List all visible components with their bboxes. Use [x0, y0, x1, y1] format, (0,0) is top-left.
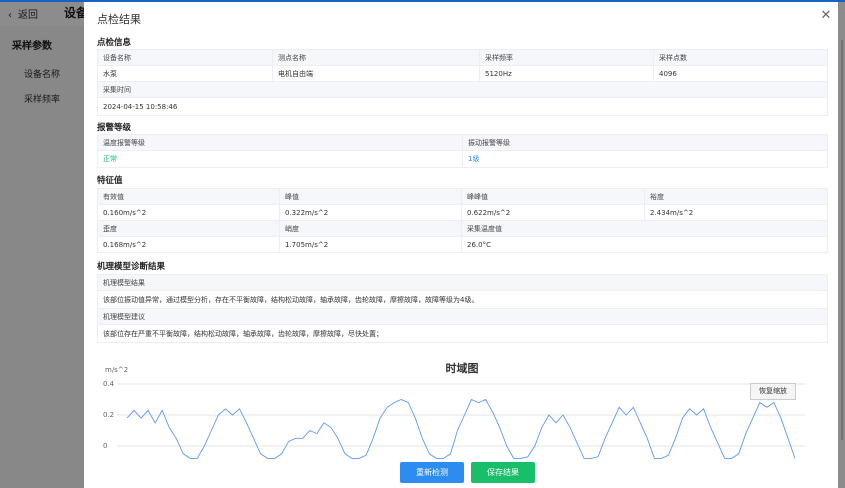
chart-y-tick-label: 0.4: [103, 380, 115, 388]
section-title-inspection: 点检信息: [97, 38, 132, 48]
inspection-table: 设备名称 测点名称 采样频率 采样点数 水泵 电机自由端 5120Hz 4096…: [97, 49, 828, 116]
value-vib-alarm: 1级: [462, 150, 828, 168]
value-temp-alarm: 正常: [97, 150, 463, 168]
value-point-name: 电机自由端: [272, 65, 480, 82]
value-rms: 0.160m/s^2: [97, 204, 280, 221]
header-rms: 有效值: [97, 188, 280, 205]
section-title-alarm: 报警等级: [97, 123, 132, 133]
diagnosis-table: 机理模型结果 该部位振动值异常，通过模型分析，存在不平衡故障，结构松动故障，轴承…: [97, 274, 828, 343]
value-model-advice: 该部位存在严重不平衡故障，结构松动故障，轴承故障，齿轮故障，摩擦故障，尽快处置；: [97, 324, 828, 343]
redetect-button[interactable]: 重新检测: [400, 462, 464, 483]
value-sample-freq: 5120Hz: [479, 65, 654, 82]
header-collect-time: 采集时间: [97, 81, 828, 98]
header-peak: 峰值: [279, 188, 462, 205]
header-peak-to-peak: 峰峰值: [461, 188, 645, 205]
header-sample-freq: 采样频率: [479, 49, 654, 66]
time-domain-chart[interactable]: 时域图 m/s^2 0.4 0.2 0 恢复缩放: [97, 354, 827, 464]
features-table: 有效值 峰值 峰峰值 裕度 0.160m/s^2 0.322m/s^2 0.62…: [97, 188, 828, 253]
header-device-name: 设备名称: [97, 49, 273, 66]
header-model-advice: 机理模型建议: [97, 308, 828, 325]
header-temp-alarm: 温度报警等级: [97, 134, 463, 151]
header-margin: 裕度: [644, 188, 828, 205]
close-icon[interactable]: ✕: [819, 9, 833, 23]
header-vib-alarm: 振动报警等级: [462, 134, 828, 151]
dialog-title: 点检结果: [97, 13, 141, 26]
header-skewness: 歪度: [97, 220, 280, 237]
save-result-button[interactable]: 保存结果: [471, 462, 535, 483]
section-title-diagnosis: 机理模型诊断结果: [97, 262, 166, 272]
value-device-name: 水泵: [97, 65, 273, 82]
value-margin: 2.434m/s^2: [644, 204, 828, 221]
header-temperature: 采集温度值: [461, 220, 828, 237]
alarm-table: 温度报警等级 振动报警等级 正常 1级: [97, 134, 828, 168]
reset-zoom-button[interactable]: 恢复缩放: [750, 383, 796, 400]
value-sample-points: 4096: [653, 65, 828, 82]
value-peak-to-peak: 0.622m/s^2: [461, 204, 645, 221]
chart-series-line: [126, 398, 796, 459]
header-model-result: 机理模型结果: [97, 274, 828, 291]
value-collect-time: 2024-04-15 10:58:46: [97, 97, 828, 116]
chart-y-tick-label: 0: [103, 442, 107, 450]
header-sample-points: 采样点数: [653, 49, 828, 66]
value-skewness: 0.168m/s^2: [97, 236, 280, 253]
value-temperature: 26.0°C: [461, 236, 828, 253]
value-peak: 0.322m/s^2: [279, 204, 462, 221]
header-point-name: 测点名称: [272, 49, 480, 66]
section-title-features: 特征值: [97, 176, 123, 186]
header-kurtosis: 峭度: [279, 220, 462, 237]
chart-y-tick-label: 0.2: [103, 411, 114, 419]
value-kurtosis: 1.705m/s^2: [279, 236, 462, 253]
value-model-result: 该部位振动值异常，通过模型分析，存在不平衡故障，结构松动故障，轴承故障，齿轮故障…: [97, 290, 828, 309]
inspection-result-dialog: 点检结果 ✕ 点检信息 设备名称 测点名称 采样频率 采样点数 水泵 电机自由端…: [84, 2, 838, 488]
chart-plot[interactable]: 0.4 0.2 0: [97, 354, 827, 464]
